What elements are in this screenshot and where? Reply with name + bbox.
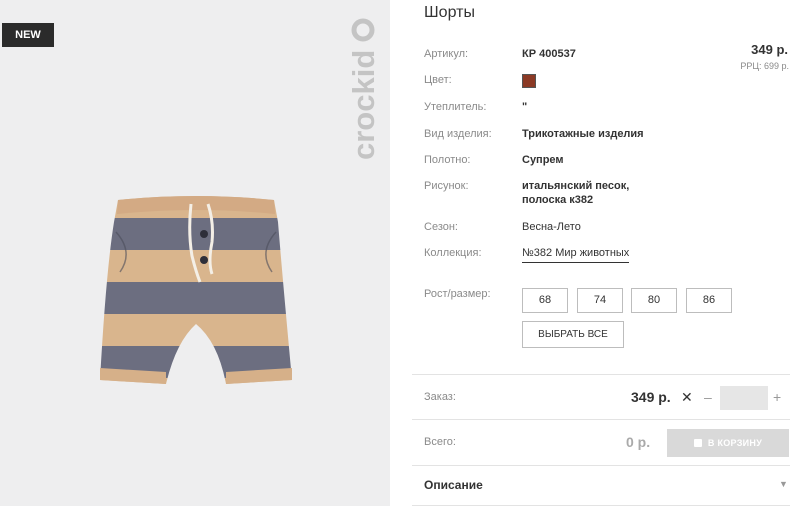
brand-logo: crockid — [300, 0, 390, 170]
brand-logo-mark: crockid — [346, 18, 381, 160]
color-label: Цвет: — [424, 74, 452, 86]
insulation-value: " — [522, 101, 528, 113]
type-value: Трикотажные изделия — [522, 128, 644, 140]
rrp-price: РРЦ: 699 р. — [740, 61, 789, 71]
size-option-80[interactable]: 80 — [631, 288, 677, 313]
total-label: Всего: — [424, 436, 456, 448]
size-option-68[interactable]: 68 — [522, 288, 568, 313]
order-label: Заказ: — [424, 391, 456, 403]
new-badge: NEW — [2, 23, 54, 47]
chevron-down-icon[interactable]: ▼ — [779, 479, 788, 489]
fabric-label: Полотно: — [424, 154, 471, 166]
striped-shorts-illustration — [100, 196, 292, 384]
season-value: Весна-Лето — [522, 221, 581, 233]
type-label: Вид изделия: — [424, 128, 492, 140]
color-swatch[interactable] — [521, 73, 537, 89]
divider — [412, 419, 790, 420]
divider — [412, 374, 790, 375]
collection-link[interactable]: №382 Мир животных — [522, 246, 630, 263]
add-to-cart-label: В КОРЗИНУ — [707, 438, 763, 448]
pattern-value-line2: полоска к382 — [522, 194, 594, 206]
quantity-input[interactable] — [720, 386, 768, 410]
article-value: КР 400537 — [522, 48, 576, 60]
season-label: Сезон: — [424, 221, 458, 233]
description-toggle[interactable]: Описание — [424, 478, 483, 492]
order-price: 349 р. — [631, 389, 671, 405]
product-price: 349 р. — [751, 42, 788, 57]
bag-icon — [693, 439, 702, 447]
product-title: Шорты — [424, 4, 475, 21]
total-value: 0 р. — [626, 434, 651, 450]
size-option-74[interactable]: 74 — [577, 288, 623, 313]
decrease-quantity-button[interactable]: – — [704, 389, 712, 405]
collection-label: Коллекция: — [424, 247, 482, 259]
brand-logo-text: crockid — [346, 50, 381, 160]
insulation-label: Утеплитель: — [424, 101, 487, 113]
pattern-value-line1: итальянский песок, — [522, 180, 630, 192]
brand-logo-circle — [351, 18, 375, 42]
clear-icon[interactable]: ✕ — [681, 389, 693, 406]
pattern-label: Рисунок: — [424, 180, 469, 192]
divider — [412, 465, 790, 466]
add-to-cart-button[interactable]: В КОРЗИНУ — [667, 429, 789, 457]
size-option-86[interactable]: 86 — [686, 288, 732, 313]
size-label: Рост/размер: — [424, 288, 491, 300]
increase-quantity-button[interactable]: + — [773, 389, 781, 405]
select-all-button[interactable]: ВЫБРАТЬ ВСЕ — [522, 321, 624, 348]
article-label: Артикул: — [424, 48, 469, 60]
fabric-value: Супрем — [522, 154, 564, 166]
product-photo: NEW crockid — [0, 0, 390, 506]
